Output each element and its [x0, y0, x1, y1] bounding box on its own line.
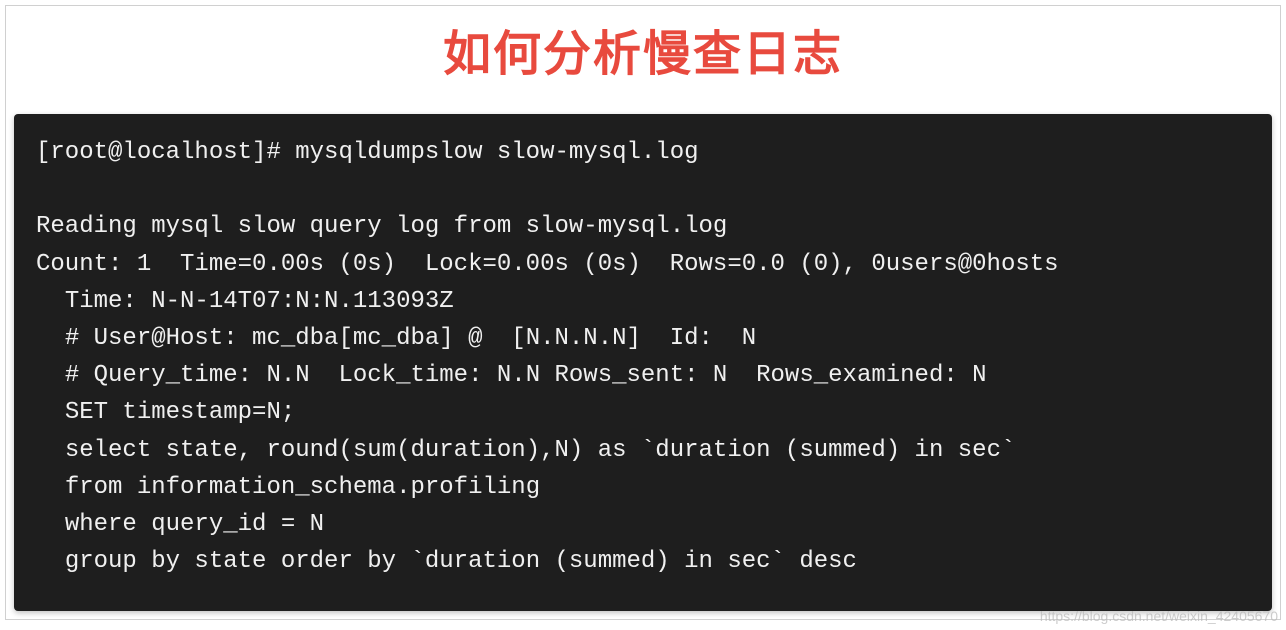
terminal-line: Count: 1 Time=0.00s (0s) Lock=0.00s (0s)… — [36, 251, 1059, 278]
slide-title: 如何分析慢查日志 — [6, 14, 1280, 84]
watermark-text: https://blog.csdn.net/weixin_42405670 — [1040, 608, 1278, 624]
terminal-line: Time: N-N-14T07:N:N.113093Z — [36, 288, 454, 315]
terminal-line: from information_schema.profiling — [36, 474, 540, 501]
terminal-line: group by state order by `duration (summe… — [36, 548, 857, 575]
slide-container: 如何分析慢查日志 [root@localhost]# mysqldumpslow… — [5, 5, 1281, 620]
slide-header: 如何分析慢查日志 — [6, 6, 1280, 114]
terminal-line: # User@Host: mc_dba[mc_dba] @ [N.N.N.N] … — [36, 325, 756, 352]
terminal-line: where query_id = N — [36, 511, 324, 538]
terminal-line: select state, round(sum(duration),N) as … — [36, 437, 1015, 464]
terminal-line: [root@localhost]# mysqldumpslow slow-mys… — [36, 139, 699, 166]
terminal-line: Reading mysql slow query log from slow-m… — [36, 213, 727, 240]
terminal-line: # Query_time: N.N Lock_time: N.N Rows_se… — [36, 362, 987, 389]
terminal-output: [root@localhost]# mysqldumpslow slow-mys… — [14, 114, 1272, 611]
terminal-line: SET timestamp=N; — [36, 399, 295, 426]
